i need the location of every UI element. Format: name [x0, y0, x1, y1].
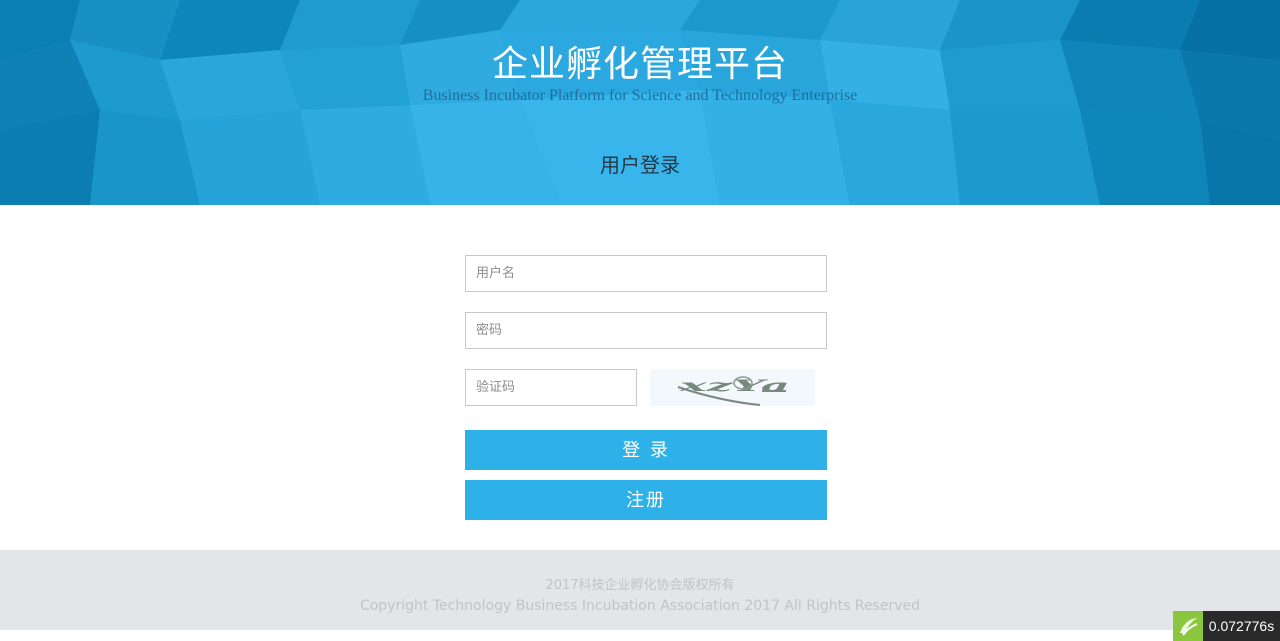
footer: 2017科技企业孵化协会版权所有 Copyright Technology Bu…	[0, 550, 1280, 630]
captcha-input[interactable]	[465, 369, 637, 406]
username-input[interactable]	[465, 255, 827, 292]
footer-copyright-en: Copyright Technology Business Incubation…	[359, 598, 921, 614]
header-banner: 企业孵化管理平台 Business Incubator Platform for…	[0, 0, 1280, 205]
captcha-image[interactable]: xzYa	[650, 369, 815, 406]
debug-timer-badge[interactable]: 0.072776s	[1173, 611, 1280, 641]
password-input[interactable]	[465, 312, 827, 349]
timer-value: 0.072776s	[1208, 618, 1275, 634]
leaf-logo-icon	[1173, 611, 1203, 641]
register-button[interactable]: 注册	[465, 480, 827, 520]
login-heading: 用户登录	[600, 153, 680, 177]
footer-copyright-cn: 2017科技企业孵化协会版权所有	[545, 578, 735, 593]
captcha-text: xzYa	[677, 376, 790, 395]
login-button[interactable]: 登 录	[465, 430, 827, 470]
page-title: 企业孵化管理平台	[491, 44, 788, 85]
page-subtitle: Business Incubator Platform for Science …	[422, 87, 858, 104]
captcha-glyphs: xzYa	[677, 376, 790, 406]
